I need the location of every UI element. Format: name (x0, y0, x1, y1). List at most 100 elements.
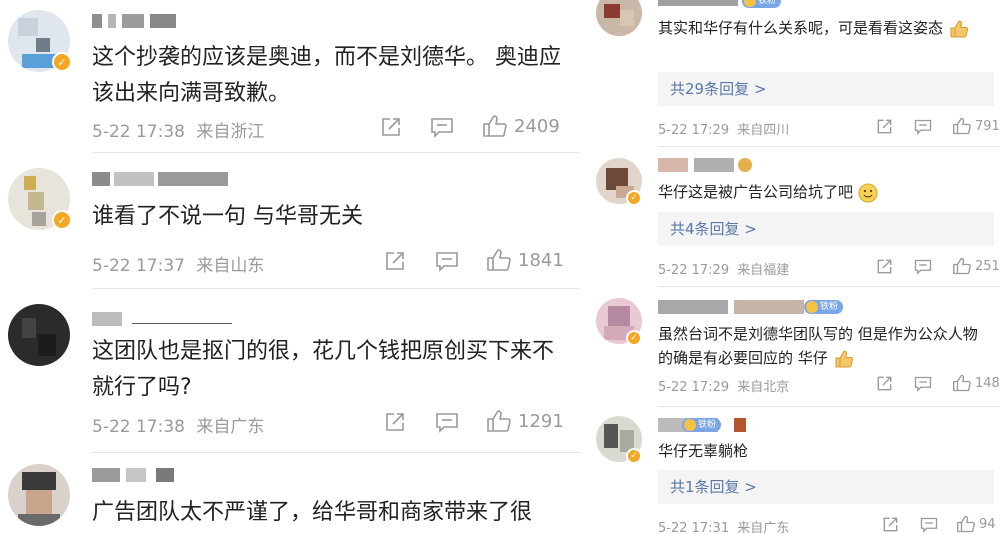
comment-text-body: 华仔无辜躺枪 (658, 442, 749, 460)
avatar[interactable] (596, 0, 642, 36)
like-button[interactable]: 791 (952, 117, 1000, 135)
replies-link[interactable]: 共1条回复 > (658, 470, 994, 504)
comment-meta: 5-22 17:38 来自广东 (92, 412, 264, 437)
like-button[interactable]: 148 (952, 374, 1000, 392)
replies-link[interactable]: 共29条回复 > (658, 72, 994, 106)
comment-button[interactable] (435, 250, 459, 272)
comment-text-body: 华仔这是被广告公司给坑了吧 (658, 183, 854, 201)
comment-button[interactable] (914, 375, 932, 392)
comment-button[interactable] (914, 258, 932, 275)
comment-location: 来自浙江 (196, 122, 265, 142)
verified-badge-icon: ✓ (626, 448, 642, 464)
comment-text: 这团队也是抠门的很，花几个钱把原创买下来不就行了吗? (92, 339, 555, 400)
comment-icon (914, 376, 932, 392)
share-button[interactable] (384, 250, 406, 272)
comment-item: ✓ 铁粉 虽然台词不是刘德华团队写的 但是作为公众人物 的确是有必要回应的 华仔… (590, 290, 1000, 406)
left-comment-column: ✓ 这个抄袭的应该是奥迪，而不是刘德华。 奥迪应该出来向满哥致歉。 5-22 1… (0, 0, 580, 534)
comment-text: 华仔这是被广告公司给坑了吧 (658, 180, 994, 204)
thumbs-up-emoji (950, 19, 968, 37)
share-button[interactable] (876, 258, 893, 275)
comment-item: ✓ 铁粉 华仔无辜躺枪 共1条回复 > 5-22 17:31 来自广东 94 (590, 408, 1000, 534)
comment-meta: 5-22 17:29 来自福建 (658, 259, 789, 278)
verified-badge-icon: ✓ (52, 210, 72, 230)
like-icon (487, 249, 511, 271)
like-count: 791 (975, 118, 1000, 134)
replies-link[interactable]: 共4条回复 > (658, 212, 994, 246)
comment-text-body: 其实和华仔有什么关系呢，可是看看这姿态 (658, 19, 944, 37)
replies-label: 共29条回复 > (670, 80, 767, 98)
share-button[interactable] (876, 375, 893, 392)
like-button[interactable]: 1841 (486, 248, 564, 272)
like-icon (957, 515, 975, 533)
comment-time: 5-22 17:29 (658, 123, 730, 138)
like-count: 1841 (518, 249, 564, 271)
comment-meta: 5-22 17:38 来自浙江 (92, 117, 264, 142)
right-comment-column: 铁粉 其实和华仔有什么关系呢，可是看看这姿态 共29条回复 > 5-22 17:… (590, 0, 1000, 534)
comment-text: 这个抄袭的应该是奥迪，而不是刘德华。 奥迪应该出来向满哥致歉。 (92, 45, 561, 106)
comment-button[interactable] (920, 516, 938, 533)
share-icon (386, 252, 404, 270)
divider (658, 406, 1000, 407)
comment-time: 5-22 17:29 (658, 380, 730, 395)
like-button[interactable]: 251 (952, 257, 1000, 275)
comment-meta: 5-22 17:37 来自山东 (92, 251, 264, 276)
comment-time: 5-22 17:37 (92, 256, 185, 276)
comment-text: 其实和华仔有什么关系呢，可是看看这姿态 (658, 16, 994, 40)
like-icon (953, 374, 971, 392)
replies-label: 共1条回复 > (670, 478, 757, 496)
comment-location: 来自山东 (196, 256, 265, 276)
comment-meta: 5-22 17:29 来自四川 (658, 119, 789, 138)
like-button[interactable]: 1291 (486, 409, 564, 433)
comment-meta: 5-22 17:31 来自广东 (658, 517, 789, 534)
comment-text: 虽然台词不是刘德华团队写的 但是作为公众人物 的确是有必要回应的 华仔 (658, 322, 994, 370)
like-button[interactable]: 2409 (482, 114, 560, 138)
like-count: 148 (975, 375, 1000, 391)
divider (658, 286, 1000, 287)
comment-button[interactable] (430, 116, 454, 138)
avatar[interactable] (8, 464, 70, 526)
comment-item: 这团队也是抠门的很，花几个钱把原创买下来不就行了吗? 5-22 17:38 来自… (0, 294, 580, 454)
fan-badge: 铁粉 (682, 418, 722, 432)
comment-text: 广告团队太不严谨了，给华哥和商家带来了很 (92, 500, 533, 525)
comment-text: 华仔无辜躺枪 (658, 439, 994, 463)
like-button[interactable]: 94 (956, 515, 996, 533)
like-count: 1291 (518, 410, 564, 432)
comment-button[interactable] (435, 411, 459, 433)
thumbs-up-emoji (835, 349, 853, 367)
comment-icon (914, 259, 932, 275)
share-icon (382, 118, 400, 136)
comment-icon (914, 119, 932, 135)
divider (92, 452, 580, 453)
share-button[interactable] (882, 516, 899, 533)
share-icon (883, 517, 898, 532)
comment-text-body: 虽然台词不是刘德华团队写的 但是作为公众人物 的确是有必要回应的 华仔 (658, 325, 978, 367)
share-button[interactable] (876, 118, 893, 135)
comment-location: 来自广东 (737, 521, 790, 534)
comment-item: ✓ 这个抄袭的应该是奥迪，而不是刘德华。 奥迪应该出来向满哥致歉。 5-22 1… (0, 0, 580, 160)
share-button[interactable] (380, 116, 402, 138)
comment-icon (436, 252, 458, 272)
like-count: 251 (975, 258, 1000, 274)
replies-label: 共4条回复 > (670, 220, 757, 238)
share-icon (877, 119, 892, 134)
comment-icon (436, 413, 458, 433)
comment-item: 铁粉 其实和华仔有什么关系呢，可是看看这姿态 共29条回复 > 5-22 17:… (590, 0, 1000, 150)
comment-time: 5-22 17:38 (92, 122, 185, 142)
comment-location: 来自四川 (737, 123, 790, 138)
share-icon (877, 376, 892, 391)
like-icon (953, 117, 971, 135)
comment-time: 5-22 17:38 (92, 417, 185, 437)
avatar[interactable] (8, 304, 70, 366)
like-count: 2409 (514, 115, 560, 137)
verified-badge-icon: ✓ (626, 190, 642, 206)
like-icon (953, 257, 971, 275)
comment-item: 广告团队太不严谨了，给华哥和商家带来了很 (0, 456, 580, 534)
share-icon (386, 413, 404, 431)
share-button[interactable] (384, 411, 406, 433)
fan-badge: 铁粉 (804, 300, 844, 314)
like-icon (487, 410, 511, 432)
comment-time: 5-22 17:29 (658, 263, 730, 278)
comment-button[interactable] (914, 118, 932, 135)
comment-meta: 5-22 17:29 来自北京 (658, 376, 789, 395)
comment-item: ✓ 华仔这是被广告公司给坑了吧 共4条回复 > 5-22 17:29 来自福建 … (590, 150, 1000, 290)
